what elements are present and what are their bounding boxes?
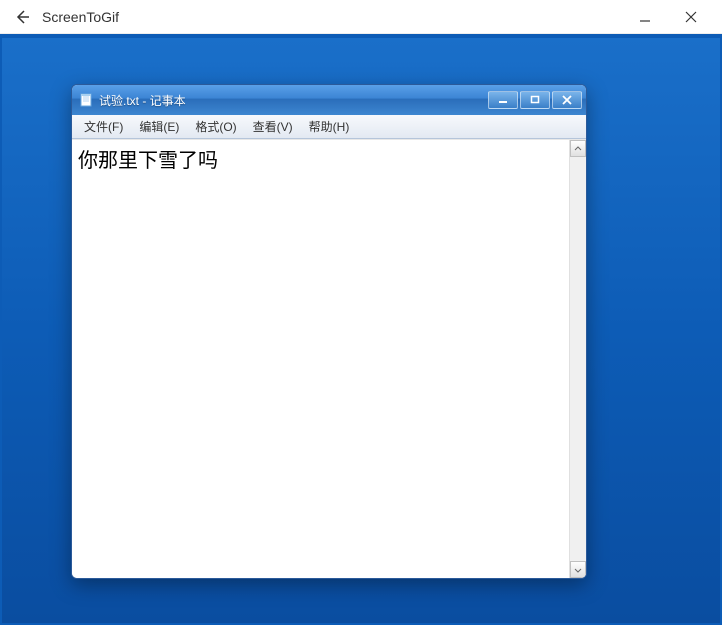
notepad-vertical-scrollbar[interactable] xyxy=(569,140,586,578)
notepad-maximize-button[interactable] xyxy=(520,91,550,109)
notepad-textarea[interactable]: 你那里下雪了吗 xyxy=(72,140,569,578)
menu-help[interactable]: 帮助(H) xyxy=(301,116,358,137)
outer-close-button[interactable] xyxy=(668,2,714,32)
notepad-menubar: 文件(F) 编辑(E) 格式(O) 查看(V) 帮助(H) xyxy=(72,115,586,139)
menu-view[interactable]: 查看(V) xyxy=(245,116,301,137)
notepad-body: 你那里下雪了吗 xyxy=(72,139,586,578)
maximize-icon xyxy=(530,95,540,105)
close-icon xyxy=(562,95,572,105)
scroll-down-button[interactable] xyxy=(570,561,586,578)
close-icon xyxy=(685,11,697,23)
menu-file[interactable]: 文件(F) xyxy=(76,116,131,137)
scroll-up-button[interactable] xyxy=(570,140,586,157)
notepad-close-button[interactable] xyxy=(552,91,582,109)
scroll-track[interactable] xyxy=(570,157,586,561)
minimize-icon xyxy=(498,95,508,105)
back-button[interactable] xyxy=(8,3,36,31)
outer-titlebar: ScreenToGif xyxy=(0,0,722,34)
minimize-icon xyxy=(639,11,651,23)
menu-edit[interactable]: 编辑(E) xyxy=(131,116,187,137)
chevron-down-icon xyxy=(574,566,582,574)
notepad-titlebar[interactable]: 试验.txt - 记事本 xyxy=(72,85,586,115)
outer-minimize-button[interactable] xyxy=(622,2,668,32)
notepad-window: 试验.txt - 记事本 xyxy=(71,84,587,579)
arrow-left-icon xyxy=(14,9,30,25)
notepad-window-controls xyxy=(488,91,582,109)
outer-app-title: ScreenToGif xyxy=(42,9,622,25)
notepad-minimize-button[interactable] xyxy=(488,91,518,109)
notepad-icon xyxy=(78,92,94,108)
desktop-area: 试验.txt - 记事本 xyxy=(0,34,722,625)
menu-format[interactable]: 格式(O) xyxy=(187,116,244,137)
notepad-title: 试验.txt - 记事本 xyxy=(99,92,488,109)
chevron-up-icon xyxy=(574,145,582,153)
